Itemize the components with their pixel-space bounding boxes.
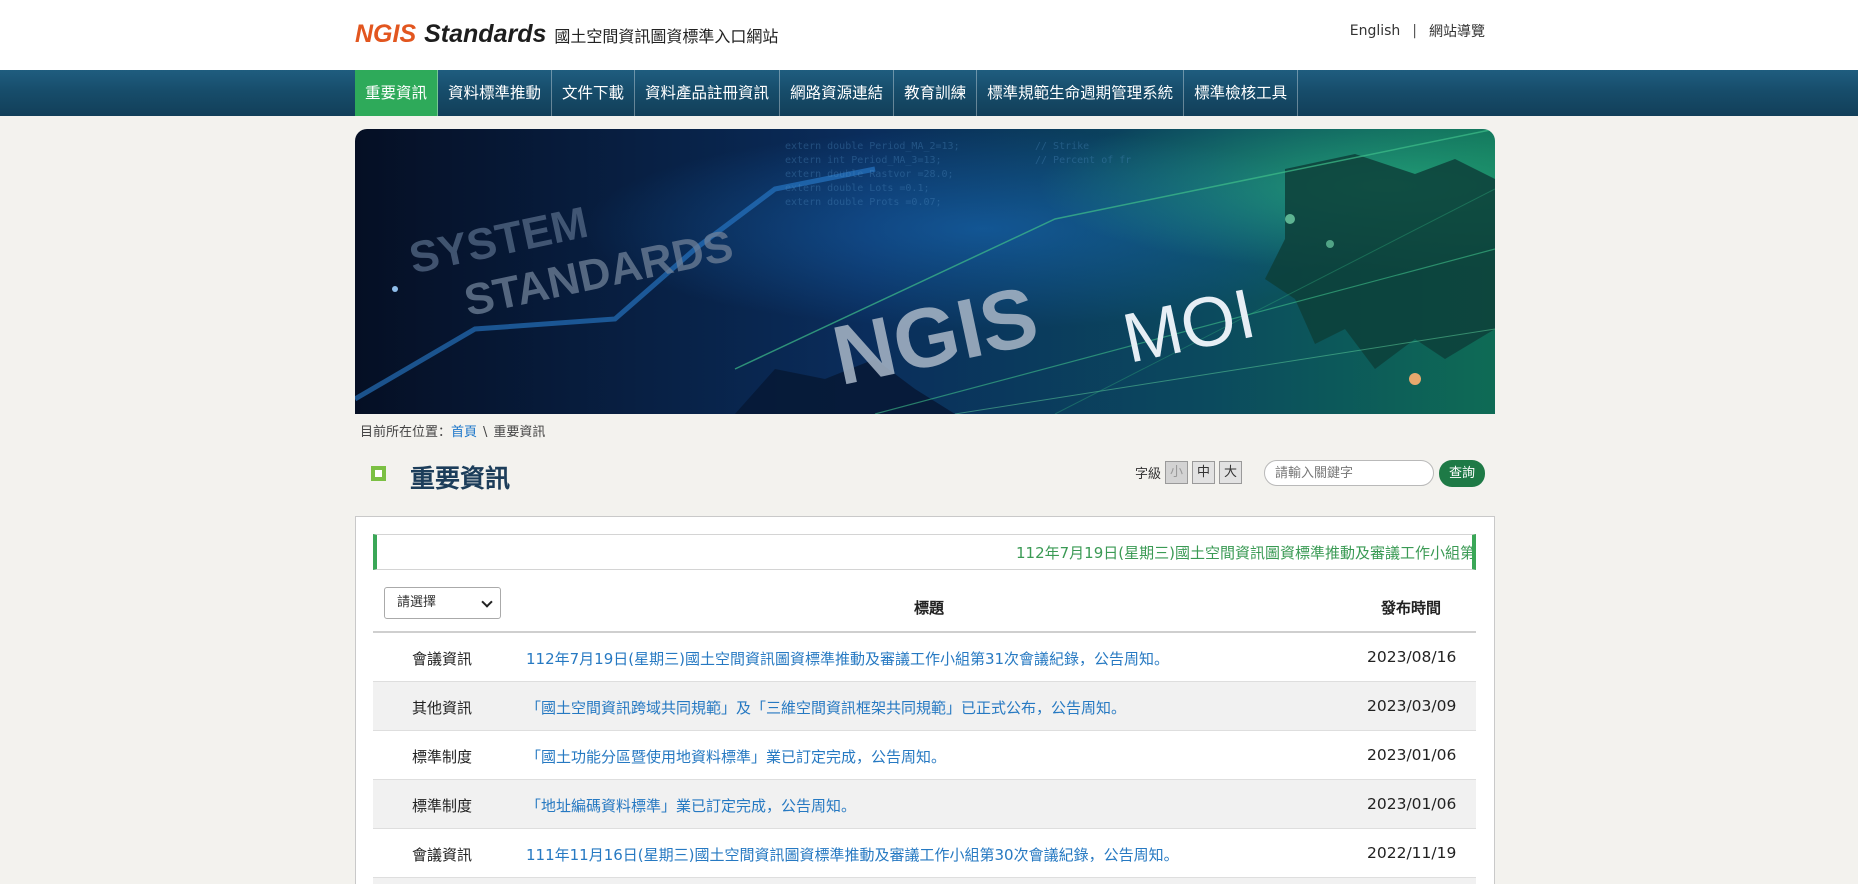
table-row: 標準制度 「國土功能分區暨使用地資料標準」業已訂定完成，公告周知。 2023/0…	[373, 731, 1476, 780]
table-row: 會議資訊 112年7月19日(星期三)國土空間資訊圖資標準推動及審議工作小組第3…	[373, 633, 1476, 682]
logo-standards: Standards	[424, 20, 547, 48]
table-row: 標準制度 「地址編碼資料標準」業已訂定完成，公告周知。 2023/01/06	[373, 780, 1476, 829]
nav-item-web-resources[interactable]: 網路資源連結	[780, 70, 895, 116]
english-link[interactable]: English	[1350, 23, 1401, 39]
nav-item-training[interactable]: 教育訓練	[894, 70, 978, 116]
font-size-control: 字級 小 中 大	[1135, 461, 1243, 484]
svg-text:extern double Rastvor =28.0;: extern double Rastvor =28.0;	[785, 169, 954, 180]
sitemap-link[interactable]: 網站導覽	[1429, 21, 1485, 41]
page-title: 重要資訊	[410, 464, 511, 493]
chevron-down-icon	[481, 596, 493, 608]
font-size-small-button[interactable]: 小	[1165, 461, 1189, 484]
row-title-link[interactable]: 「國土空間資訊跨域共同規範」及「三維空間資訊框架共同規範」已正式公布，公告周知。	[526, 697, 1126, 718]
logo-ngis: NGIS	[355, 20, 417, 48]
row-title-link[interactable]: 112年7月19日(星期三)國土空間資訊圖資標準推動及審議工作小組第31次會議紀…	[526, 648, 1169, 669]
row-category: 會議資訊	[412, 846, 473, 864]
nav-item-important-info[interactable]: 重要資訊	[355, 70, 439, 116]
search-button[interactable]: 查詢	[1439, 460, 1485, 487]
breadcrumb-prefix: 目前所在位置：	[360, 425, 452, 440]
category-select-value: 請選擇	[397, 595, 437, 610]
breadcrumb-separator: \	[483, 425, 488, 440]
font-size-label: 字級	[1135, 467, 1162, 482]
row-date: 2022/11/19	[1367, 844, 1457, 862]
column-header-date: 發布時間	[1381, 599, 1442, 617]
news-marquee[interactable]: 112年7月19日(星期三)國土空間資訊圖資標準推動及審議工作小組第31次會議紀…	[373, 534, 1476, 570]
row-date: 2023/03/09	[1367, 697, 1457, 715]
nav-item-standard-promotion[interactable]: 資料標準推動	[438, 70, 553, 116]
font-size-medium-button[interactable]: 中	[1192, 461, 1216, 484]
table-row: 其他資訊 「國土空間資訊跨域共同規範」及「三維空間資訊框架共同規範」已正式公布，…	[373, 682, 1476, 731]
svg-text:extern double Lots =0.1;: extern double Lots =0.1;	[785, 183, 930, 194]
marquee-text[interactable]: 112年7月19日(星期三)國土空間資訊圖資標準推動及審議工作小組第31次會議紀…	[1016, 542, 1472, 563]
hero-banner: extern double Period_MA_2=13; extern int…	[355, 129, 1495, 414]
row-title-link[interactable]: 「地址編碼資料標準」業已訂定完成，公告周知。	[526, 795, 856, 816]
site-name: 國土空間資訊圖資標準入口網站	[554, 27, 779, 46]
nav-item-validation-tool[interactable]: 標準檢核工具	[1184, 70, 1299, 116]
title-square-icon	[371, 466, 386, 481]
site-header: NGIS Standards 國土空間資訊圖資標準入口網站 English | …	[0, 0, 1858, 70]
main-nav: 重要資訊 資料標準推動 文件下載 資料產品註冊資訊 網路資源連結 教育訓練 標準…	[0, 70, 1858, 116]
search-input[interactable]	[1264, 460, 1434, 486]
table-row	[373, 878, 1476, 884]
row-date: 2023/01/06	[1367, 795, 1457, 813]
row-category: 標準制度	[412, 797, 473, 815]
nav-item-lifecycle-system[interactable]: 標準規範生命週期管理系統	[977, 70, 1185, 116]
row-category: 標準制度	[412, 748, 473, 766]
font-size-large-button[interactable]: 大	[1219, 461, 1243, 484]
svg-text:extern double Prots =0.07;: extern double Prots =0.07;	[785, 197, 942, 208]
row-date: 2023/01/06	[1367, 746, 1457, 764]
row-category: 會議資訊	[412, 650, 473, 668]
row-category: 其他資訊	[412, 699, 473, 717]
news-panel: 112年7月19日(星期三)國土空間資訊圖資標準推動及審議工作小組第31次會議紀…	[355, 516, 1495, 884]
category-select[interactable]: 請選擇	[384, 587, 501, 619]
breadcrumb: 目前所在位置：首頁 \ 重要資訊	[360, 421, 545, 440]
row-title-link[interactable]: 「國土功能分區暨使用地資料標準」業已訂定完成，公告周知。	[526, 746, 946, 767]
top-link-separator: |	[1412, 23, 1417, 39]
banner-graphic: extern double Period_MA_2=13; extern int…	[355, 129, 1495, 414]
column-header-title: 標題	[914, 599, 945, 617]
svg-text:// Percent of fr: // Percent of fr	[1035, 155, 1131, 166]
svg-text:extern double Period_MA_2=13;: extern double Period_MA_2=13;	[785, 141, 960, 152]
nav-item-product-registration[interactable]: 資料產品註冊資訊	[635, 70, 781, 116]
svg-text:// Strike: // Strike	[1035, 141, 1089, 152]
site-logo[interactable]: NGIS Standards 國土空間資訊圖資標準入口網站	[355, 20, 778, 49]
svg-text:extern int Period_MA_3=13;: extern int Period_MA_3=13;	[785, 155, 942, 166]
row-date: 2023/08/16	[1367, 648, 1457, 666]
row-title-link[interactable]: 111年11月16日(星期三)國土空間資訊圖資標準推動及審議工作小組第30次會議…	[526, 844, 1179, 865]
breadcrumb-current: 重要資訊	[493, 425, 546, 440]
nav-item-document-download[interactable]: 文件下載	[552, 70, 636, 116]
table-row: 會議資訊 111年11月16日(星期三)國土空間資訊圖資標準推動及審議工作小組第…	[373, 829, 1476, 878]
news-list: 會議資訊 112年7月19日(星期三)國土空間資訊圖資標準推動及審議工作小組第3…	[373, 633, 1476, 884]
top-links: English | 網站導覽	[1350, 21, 1485, 41]
breadcrumb-home-link[interactable]: 首頁	[451, 425, 477, 440]
